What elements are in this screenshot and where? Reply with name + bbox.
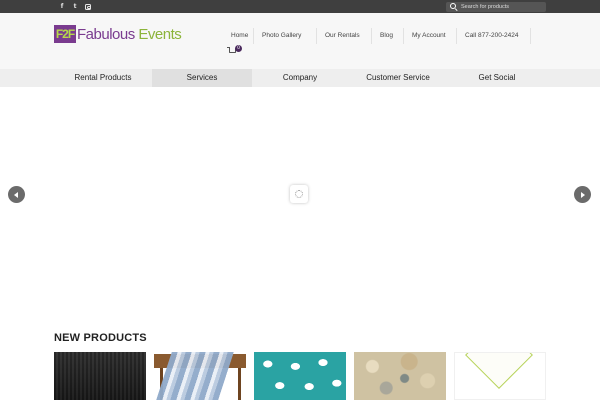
cart-button[interactable]: 0 — [227, 45, 243, 55]
product-tile-teal-linen[interactable] — [254, 352, 346, 400]
nav-divider — [530, 28, 531, 44]
category-get-social[interactable]: Get Social — [448, 69, 546, 87]
nav-divider — [253, 28, 254, 44]
nav-divider — [403, 28, 404, 44]
site-logo[interactable]: F2F Fabulous Events — [54, 24, 182, 44]
product-tile-white-napkin[interactable] — [454, 352, 546, 400]
cart-count-badge: 0 — [235, 45, 242, 52]
product-tile-table-runner[interactable] — [154, 352, 246, 400]
slider-loader — [290, 185, 308, 203]
category-services[interactable]: Services — [152, 69, 252, 87]
search-box — [446, 2, 546, 12]
logo-text: Fabulous Events — [77, 25, 182, 43]
category-rental-products[interactable]: Rental Products — [54, 69, 152, 87]
spinner-icon — [295, 190, 303, 198]
logo-mark-text: F2F — [55, 27, 75, 41]
nav-home[interactable]: Home — [231, 30, 248, 42]
instagram-icon[interactable] — [82, 0, 94, 13]
nav-our-rentals[interactable]: Our Rentals — [325, 30, 360, 42]
chevron-right-icon — [581, 191, 585, 198]
chevron-left-icon — [14, 191, 18, 198]
nav-blog[interactable]: Blog — [380, 30, 393, 42]
slider-next-button[interactable] — [574, 186, 591, 203]
logo-mark: F2F — [54, 25, 76, 43]
category-nav: Rental Products Services Company Custome… — [0, 69, 600, 87]
logo-text-primary: Fabulous — [77, 25, 135, 43]
nav-divider — [371, 28, 372, 44]
twitter-icon[interactable]: t — [69, 0, 81, 13]
logo-text-secondary: Events — [138, 25, 182, 43]
facebook-icon[interactable]: f — [56, 0, 68, 13]
new-products-heading: NEW PRODUCTS — [54, 332, 147, 344]
category-customer-service[interactable]: Customer Service — [348, 69, 448, 87]
top-bar: f t — [0, 0, 600, 13]
nav-call-phone[interactable]: Call 877-200-2424 — [465, 30, 518, 42]
category-company[interactable]: Company — [252, 69, 348, 87]
nav-divider — [456, 28, 457, 44]
search-icon[interactable] — [449, 2, 459, 12]
nav-my-account[interactable]: My Account — [412, 30, 446, 42]
nav-divider — [316, 28, 317, 44]
nav-photo-gallery[interactable]: Photo Gallery — [262, 30, 301, 42]
slider-prev-button[interactable] — [8, 186, 25, 203]
product-tile-granite-linen[interactable] — [354, 352, 446, 400]
site-header: F2F Fabulous Events Home Photo Gallery O… — [0, 13, 600, 69]
product-tile-black-linen[interactable] — [54, 352, 146, 400]
search-input[interactable] — [459, 2, 539, 12]
hero-slider — [0, 87, 600, 325]
